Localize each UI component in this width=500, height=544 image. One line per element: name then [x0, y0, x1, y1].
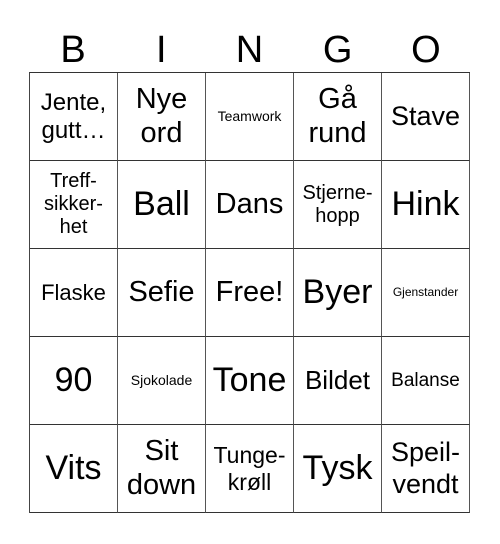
- bingo-cell-text: Vits: [45, 448, 102, 487]
- bingo-header: B I N G O: [29, 28, 470, 72]
- bingo-cell-text: Flaske: [41, 279, 106, 305]
- bingo-cell[interactable]: Balanse: [382, 337, 470, 425]
- bingo-cell[interactable]: Stave: [382, 73, 470, 161]
- bingo-cell-text: Free!: [215, 275, 284, 308]
- bingo-cell[interactable]: Speil- vendt: [382, 425, 470, 513]
- bingo-cell[interactable]: Gå rund: [294, 73, 382, 161]
- header-letter-i: I: [156, 29, 167, 71]
- bingo-cell[interactable]: Nye ord: [118, 73, 206, 161]
- bingo-cell-text: Gjenstander: [392, 284, 459, 299]
- bingo-cell-text: Gå rund: [308, 83, 367, 149]
- bingo-cell[interactable]: Sefie: [118, 249, 206, 337]
- bingo-cell-text: Balanse: [391, 369, 460, 391]
- header-letter-o: O: [411, 29, 441, 71]
- bingo-cell[interactable]: Tone: [206, 337, 294, 425]
- bingo-cell[interactable]: Teamwork: [206, 73, 294, 161]
- bingo-cell-text: Sit down: [126, 435, 197, 501]
- header-letter-g: G: [322, 29, 353, 71]
- bingo-cell-text: Nye ord: [135, 83, 188, 149]
- bingo-cell-text: 90: [54, 360, 93, 399]
- bingo-cell-text: Ball: [133, 184, 190, 223]
- bingo-cell[interactable]: Hink: [382, 161, 470, 249]
- bingo-cell[interactable]: Sjokolade: [118, 337, 206, 425]
- bingo-cell[interactable]: Flaske: [30, 249, 118, 337]
- bingo-cell-text: Tunge- krøll: [213, 442, 286, 495]
- bingo-cell[interactable]: Treff- sikker- het: [30, 161, 118, 249]
- bingo-cell[interactable]: Gjenstander: [382, 249, 470, 337]
- bingo-cell-text: Stjerne- hopp: [302, 181, 373, 227]
- bingo-cell[interactable]: Ball: [118, 161, 206, 249]
- bingo-cell-text: Tysk: [302, 448, 373, 487]
- bingo-cell-text: Jente, gutt…: [40, 88, 107, 144]
- bingo-cell[interactable]: Stjerne- hopp: [294, 161, 382, 249]
- bingo-cell[interactable]: Byer: [294, 249, 382, 337]
- bingo-cell-text: Byer: [302, 272, 373, 311]
- bingo-cell-text: Stave: [390, 100, 461, 131]
- bingo-cell-text: Sefie: [128, 275, 195, 308]
- bingo-cell-text: Tone: [212, 360, 287, 399]
- bingo-cell[interactable]: Free!: [206, 249, 294, 337]
- bingo-card-grid: Jente, gutt… Nye ord Teamwork Gå rund Stave T…: [29, 72, 470, 513]
- bingo-cell[interactable]: Bildet: [294, 337, 382, 425]
- bingo-cell[interactable]: Tunge- krøll: [206, 425, 294, 513]
- bingo-cell[interactable]: Dans: [206, 161, 294, 249]
- bingo-cell[interactable]: 90: [30, 337, 118, 425]
- bingo-cell-text: Speil- vendt: [390, 437, 461, 499]
- bingo-cell[interactable]: Tysk: [294, 425, 382, 513]
- bingo-cell-text: Teamwork: [217, 108, 282, 125]
- bingo-cell-text: Sjokolade: [130, 372, 193, 389]
- bingo-cell[interactable]: Vits: [30, 425, 118, 513]
- bingo-cell-text: Treff- sikker- het: [44, 170, 103, 238]
- bingo-cell-text: Hink: [391, 184, 460, 223]
- bingo-cell[interactable]: Jente, gutt…: [30, 73, 118, 161]
- bingo-cell[interactable]: Sit down: [118, 425, 206, 513]
- header-letter-b: B: [60, 29, 86, 71]
- bingo-cell-text: Dans: [215, 187, 284, 220]
- header-letter-n: N: [235, 29, 264, 71]
- bingo-cell-text: Bildet: [304, 364, 371, 395]
